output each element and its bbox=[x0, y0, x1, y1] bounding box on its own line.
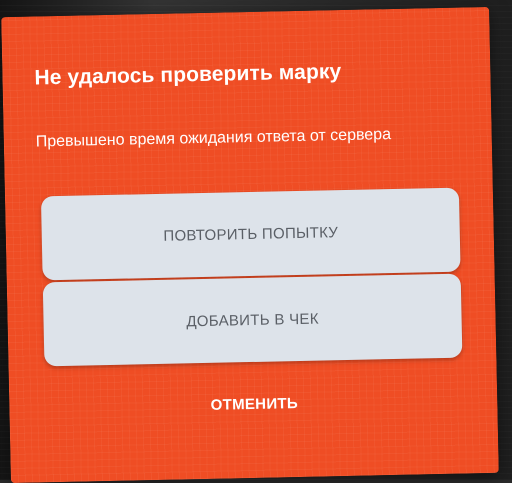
cancel-button-label: ОТМЕНИТЬ bbox=[210, 394, 299, 414]
retry-button-label: ПОВТОРИТЬ ПОПЫТКУ bbox=[163, 223, 339, 245]
cancel-button[interactable]: ОТМЕНИТЬ bbox=[45, 378, 464, 431]
retry-button[interactable]: ПОВТОРИТЬ ПОПЫТКУ bbox=[40, 187, 461, 281]
add-to-receipt-button[interactable]: ДОБАВИТЬ В ЧЕК bbox=[42, 273, 463, 367]
add-to-receipt-button-label: ДОБАВИТЬ В ЧЕК bbox=[186, 310, 319, 330]
dialog-message: Превышено время ожидания ответа от серве… bbox=[35, 126, 392, 151]
dialog-title: Не удалось проверить марку bbox=[34, 60, 342, 90]
error-dialog: Не удалось проверить марку Превышено вре… bbox=[1, 6, 499, 483]
